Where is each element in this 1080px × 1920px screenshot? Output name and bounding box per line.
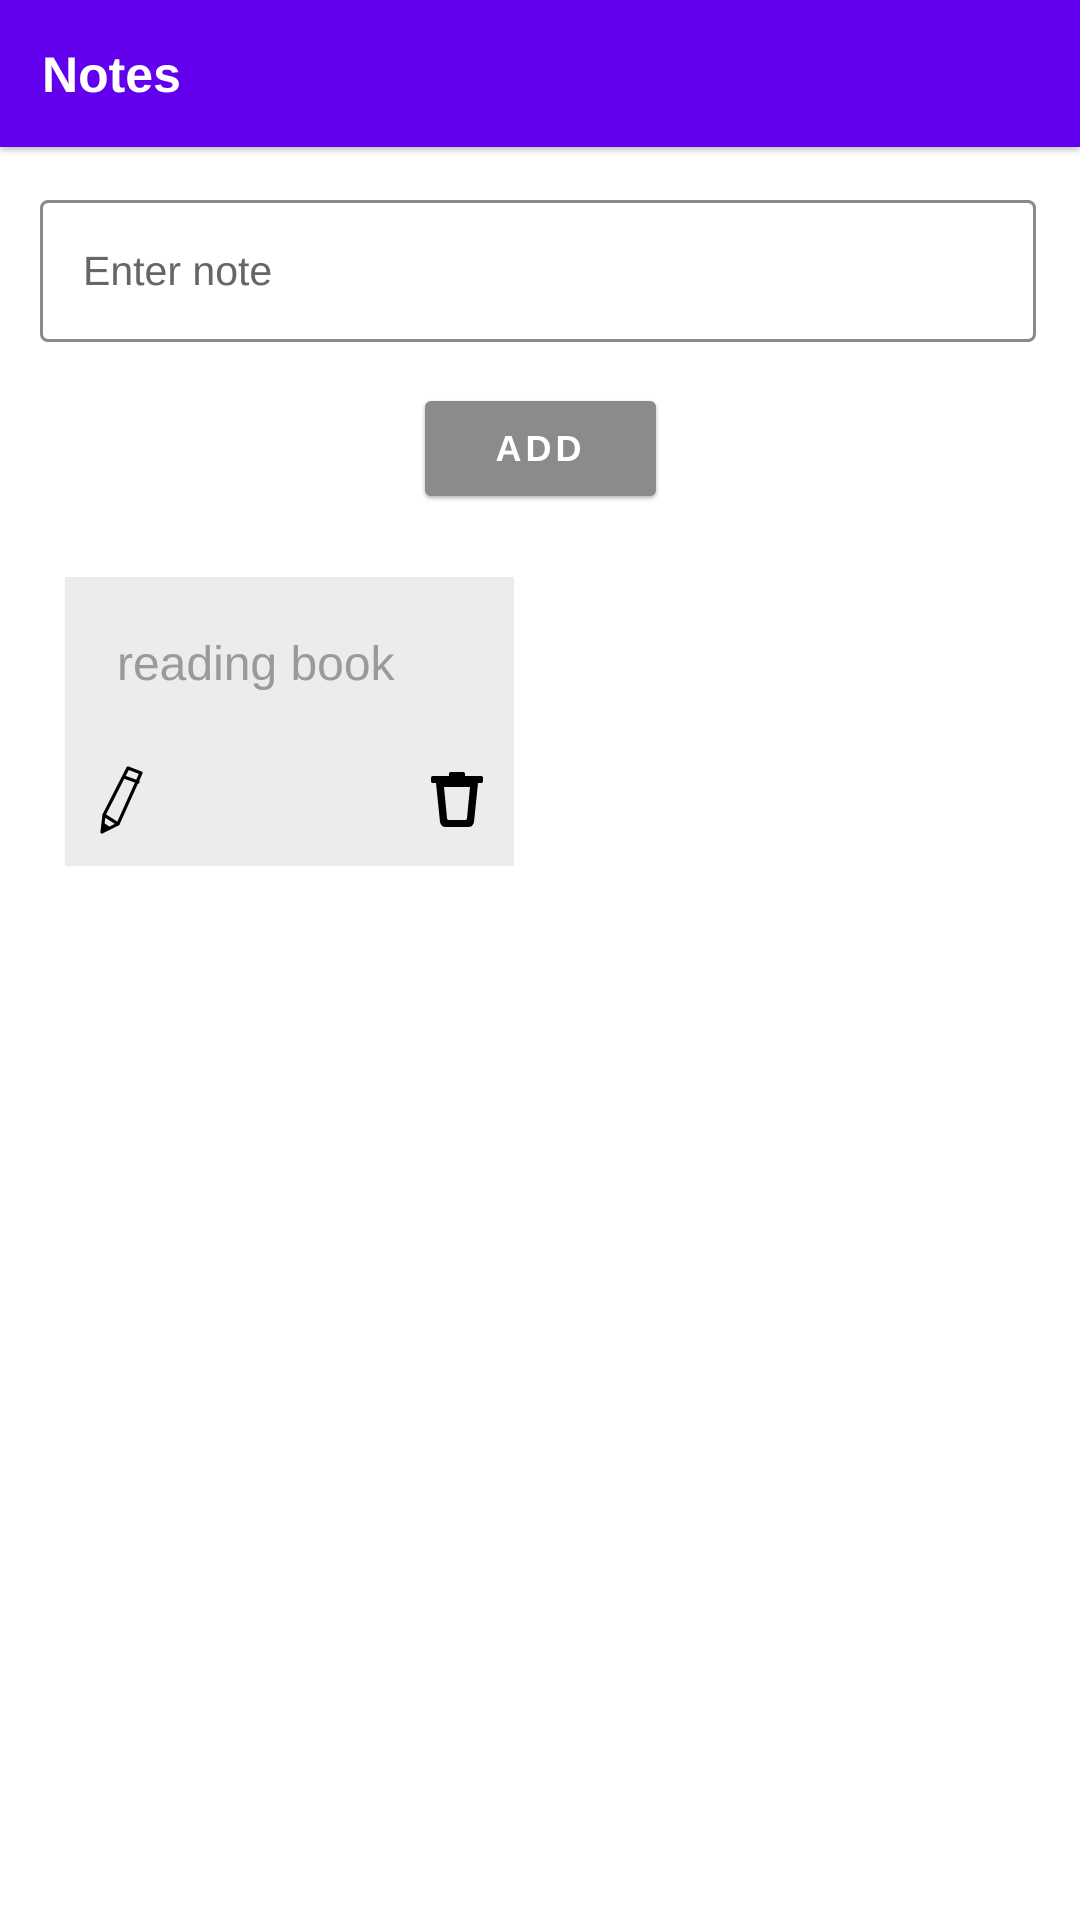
note-input[interactable] xyxy=(40,200,1036,342)
pencil-icon xyxy=(95,764,151,834)
edit-note-button[interactable] xyxy=(95,764,151,834)
add-button[interactable]: ADD xyxy=(425,401,656,496)
note-card: reading book xyxy=(65,577,514,866)
app-bar: Notes xyxy=(0,0,1080,147)
delete-note-button[interactable] xyxy=(429,772,485,828)
note-text: reading book xyxy=(117,638,395,691)
trash-icon xyxy=(429,772,485,828)
app-title: Notes xyxy=(42,47,181,103)
